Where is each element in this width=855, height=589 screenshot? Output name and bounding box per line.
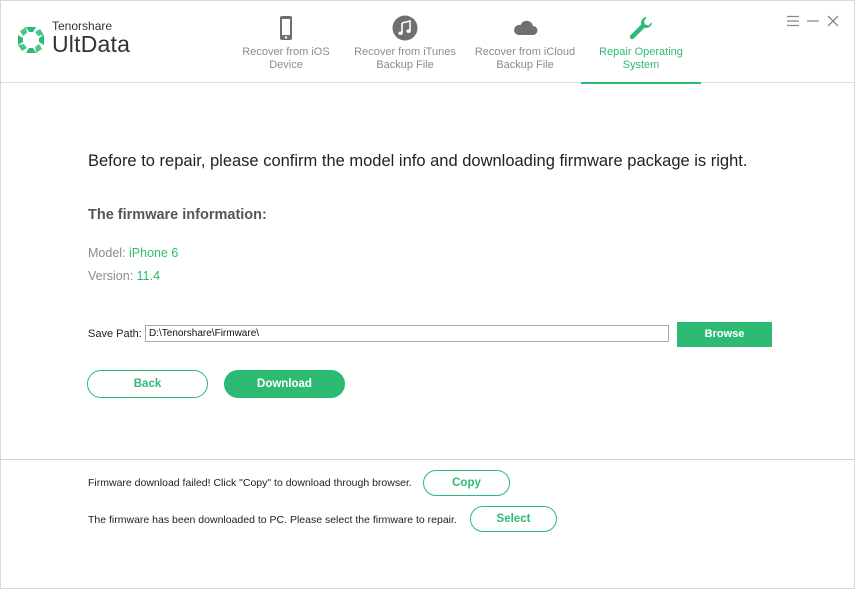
tab-label: Repair Operating System [599, 46, 683, 71]
version-row: Version: 11.4 [88, 269, 160, 283]
app-logo: Tenorshare UltData [16, 19, 166, 59]
footer-panel: Firmware download failed! Click "Copy" t… [1, 459, 854, 588]
model-row: Model: iPhone 6 [88, 246, 178, 260]
page-headline: Before to repair, please confirm the mod… [88, 152, 748, 170]
save-path-label: Save Path: [88, 328, 142, 340]
tab-label: Recover from iCloud Backup File [474, 46, 576, 71]
version-value: 11.4 [136, 269, 161, 283]
minimize-icon[interactable] [806, 14, 820, 28]
copy-button[interactable]: Copy [423, 470, 510, 496]
wrench-icon [629, 17, 652, 40]
tab-recover-from-itunes-backup[interactable]: Recover from iTunes Backup File [345, 1, 465, 83]
version-label: Version: [88, 269, 137, 283]
close-icon[interactable] [826, 14, 840, 28]
back-button[interactable]: Back [87, 370, 208, 398]
browse-button[interactable]: Browse [677, 322, 772, 347]
music-note-icon [392, 15, 418, 41]
cloud-icon [514, 20, 538, 35]
menu-icon[interactable] [786, 14, 800, 28]
firmware-downloaded-text: The firmware has been downloaded to PC. … [88, 514, 457, 526]
tab-label: Recover from iOS Device [242, 46, 330, 71]
download-failed-text: Firmware download failed! Click "Copy" t… [88, 477, 412, 489]
phone-icon [280, 16, 292, 40]
top-navigation-bar: Tenorshare UltData Recover from iOS Devi… [1, 1, 854, 84]
tab-label: Recover from iTunes Backup File [354, 46, 456, 71]
tab-recover-from-ios-device[interactable]: Recover from iOS Device [226, 1, 346, 83]
model-label: Model: [88, 246, 129, 260]
save-path-input[interactable] [145, 325, 669, 342]
firmware-info-title: The firmware information: [88, 207, 267, 223]
model-value: iPhone 6 [129, 246, 179, 260]
repair-content-panel: Before to repair, please confirm the mod… [1, 84, 854, 459]
download-button[interactable]: Download [224, 370, 345, 398]
tab-repair-operating-system[interactable]: Repair Operating System [581, 1, 701, 84]
tab-recover-from-icloud-backup[interactable]: Recover from iCloud Backup File [465, 1, 585, 83]
ultdata-logo-icon [18, 27, 44, 53]
window-controls [786, 14, 842, 28]
select-button[interactable]: Select [470, 506, 557, 532]
app-window: Tenorshare UltData Recover from iOS Devi… [0, 0, 855, 589]
brand-name: UltData [52, 31, 131, 57]
